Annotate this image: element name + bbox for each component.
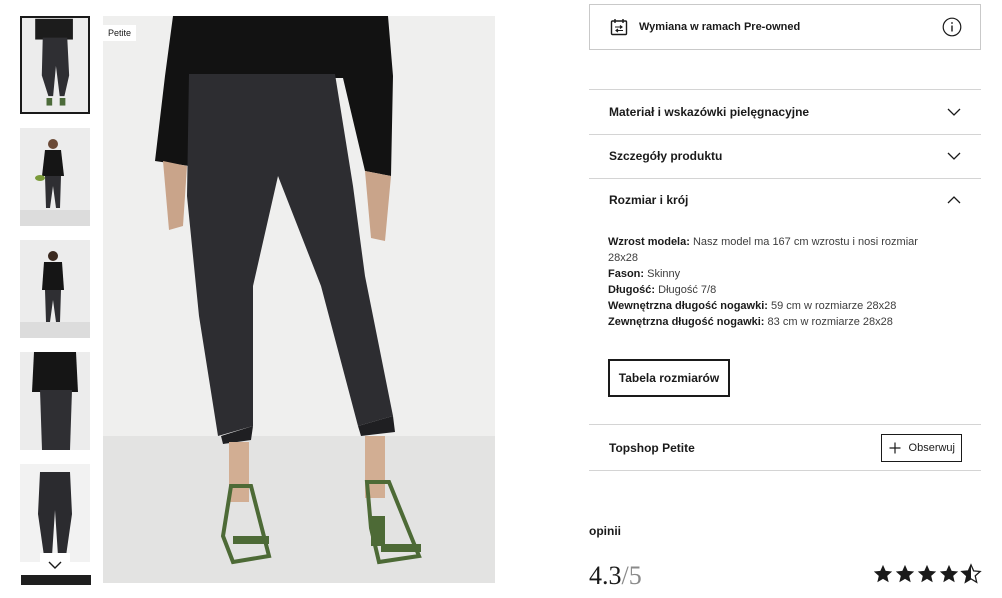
thumbnail-1[interactable] bbox=[20, 16, 90, 114]
fit-value: Skinny bbox=[647, 268, 681, 280]
accordion-material-care[interactable]: Materiał i wskazówki pielęgnacyjne bbox=[589, 89, 981, 135]
fit-row: Fason: Skinny bbox=[608, 266, 948, 282]
thumbnail-5[interactable] bbox=[20, 464, 90, 562]
accordion-title: Szczegóły produktu bbox=[609, 149, 723, 163]
thumbnail-image-back bbox=[20, 240, 90, 338]
accordion-title: Rozmiar i krój bbox=[609, 193, 689, 207]
star-full-icon bbox=[939, 564, 959, 583]
preowned-exchange-label: Wymiana w ramach Pre-owned bbox=[639, 21, 801, 33]
chevron-down-icon bbox=[947, 108, 961, 116]
star-rating[interactable] bbox=[872, 563, 982, 585]
brand-name[interactable]: Topshop Petite bbox=[609, 441, 695, 455]
brand-row: Topshop Petite Obserwuj bbox=[589, 424, 981, 471]
main-product-image[interactable] bbox=[103, 16, 495, 583]
preowned-exchange-box[interactable]: Wymiana w ramach Pre-owned bbox=[589, 4, 981, 50]
star-full-icon bbox=[895, 564, 915, 583]
reviews-label: opinii bbox=[589, 524, 621, 538]
size-fit-details: Wzrost modela: Nasz model ma 167 cm wzro… bbox=[608, 234, 948, 330]
thumbnail-3[interactable] bbox=[20, 240, 90, 338]
thumbnail-6-partial[interactable] bbox=[21, 575, 91, 585]
calendar-swap-icon bbox=[610, 19, 628, 36]
thumbnails-scroll-down-button[interactable] bbox=[40, 553, 70, 577]
fit-label: Fason: bbox=[608, 268, 645, 280]
outseam-row: Zewnętrzna długość nogawki: 83 cm w rozm… bbox=[608, 314, 948, 330]
inseam-value: 59 cm w rozmiarze 28x28 bbox=[771, 300, 897, 312]
star-half-icon bbox=[960, 563, 982, 584]
thumbnail-image-side bbox=[20, 352, 90, 450]
accordion-size-fit[interactable]: Rozmiar i krój bbox=[589, 178, 981, 222]
chevron-down-icon bbox=[947, 152, 961, 160]
length-label: Długość: bbox=[608, 284, 656, 296]
chevron-down-icon bbox=[48, 561, 62, 569]
follow-brand-button[interactable]: Obserwuj bbox=[880, 433, 962, 462]
thumbnail-image-full-body bbox=[20, 128, 90, 226]
star-full-icon bbox=[917, 564, 937, 583]
model-height-label: Wzrost modela: bbox=[608, 236, 690, 248]
thumbnail-4[interactable] bbox=[20, 352, 90, 450]
follow-label: Obserwuj bbox=[908, 441, 955, 454]
info-icon[interactable] bbox=[942, 17, 962, 37]
product-photo-jeans bbox=[103, 16, 495, 583]
inseam-row: Wewnętrzna długość nogawki: 59 cm w rozm… bbox=[608, 298, 948, 314]
length-value: Długość 7/8 bbox=[658, 284, 717, 296]
rating-score: 4.3/5 bbox=[589, 561, 642, 591]
inseam-label: Wewnętrzna długość nogawki: bbox=[608, 300, 768, 312]
outseam-label: Zewnętrzna długość nogawki: bbox=[608, 316, 765, 328]
accordion-title: Materiał i wskazówki pielęgnacyjne bbox=[609, 105, 810, 119]
thumbnail-image-flat-lay bbox=[20, 464, 90, 562]
thumbnail-gallery bbox=[20, 16, 92, 586]
plus-icon bbox=[889, 442, 901, 453]
length-row: Długość: Długość 7/8 bbox=[608, 282, 948, 298]
rating-max: /5 bbox=[621, 561, 642, 590]
chevron-up-icon bbox=[947, 196, 961, 204]
thumbnail-2[interactable] bbox=[20, 128, 90, 226]
rating-value: 4.3 bbox=[589, 561, 622, 590]
thumbnail-image-front-jeans bbox=[22, 18, 88, 112]
outseam-value: 83 cm w rozmiarze 28x28 bbox=[767, 316, 893, 328]
accordion-product-details[interactable]: Szczegóły produktu bbox=[589, 134, 981, 179]
size-chart-button[interactable]: Tabela rozmiarów bbox=[608, 359, 730, 397]
petite-badge: Petite bbox=[103, 25, 137, 41]
model-height-row: Wzrost modela: Nasz model ma 167 cm wzro… bbox=[608, 234, 948, 266]
star-full-icon bbox=[873, 564, 893, 583]
